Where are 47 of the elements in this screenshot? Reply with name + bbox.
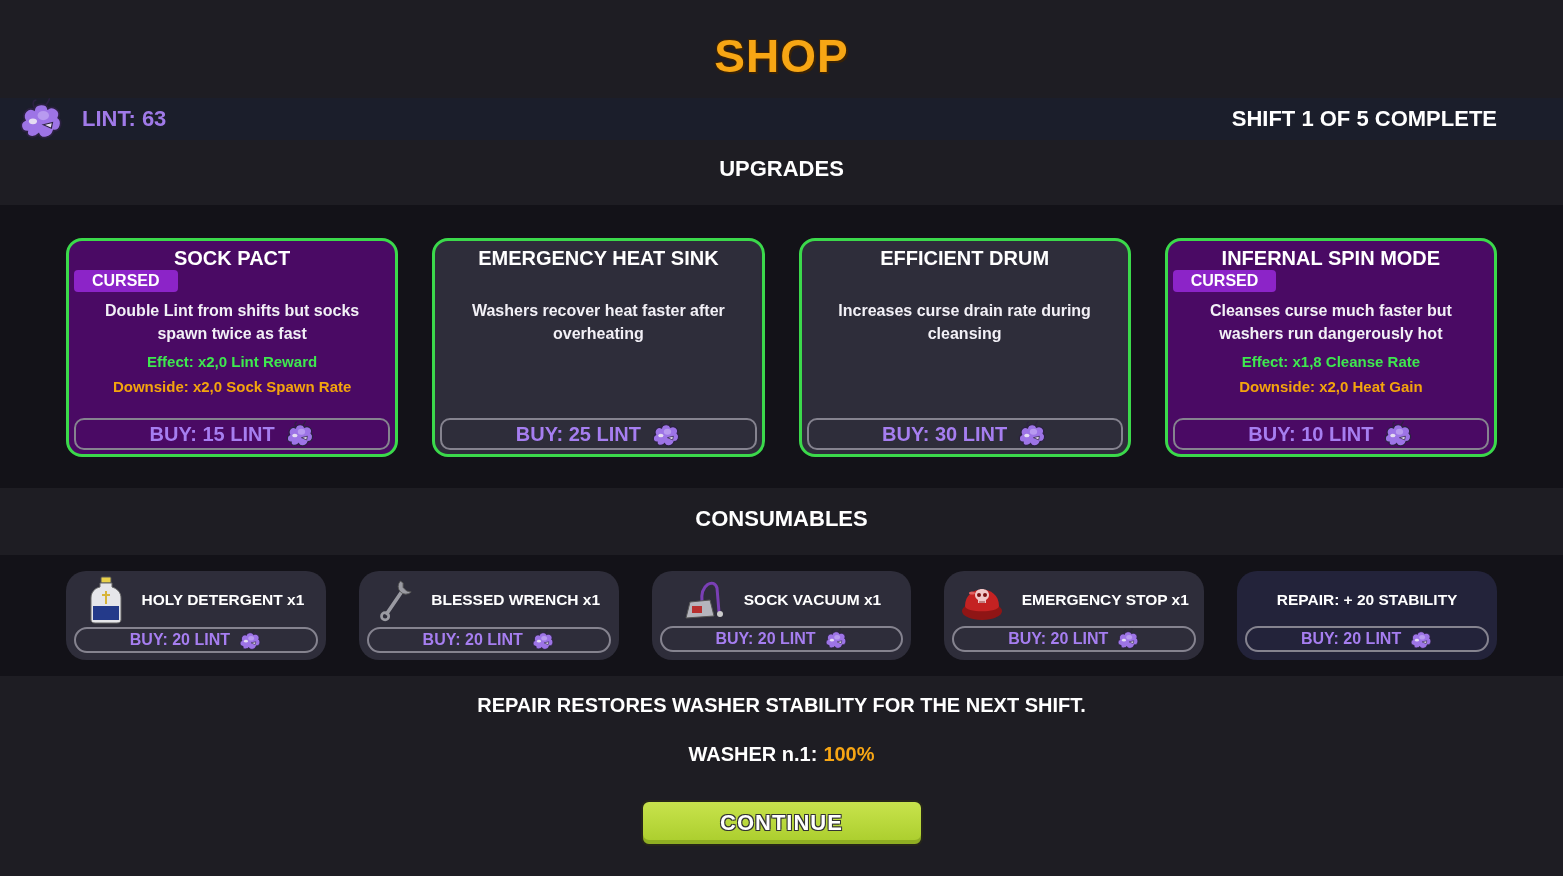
lint-blob-icon bbox=[1409, 628, 1434, 650]
cursed-tag: CURSED bbox=[74, 270, 178, 292]
lint-blob-icon bbox=[284, 420, 315, 448]
upgrade-description: Cleanses curse much faster but washers run dangerously hot bbox=[1208, 301, 1453, 344]
consumable-name: SOCK VACUUM x1 bbox=[743, 590, 882, 609]
washer-stability: 100% bbox=[823, 742, 875, 766]
buy-button[interactable]: BUY: 20 LINT bbox=[366, 627, 611, 653]
buy-button[interactable]: BUY: 20 LINT bbox=[74, 627, 318, 653]
upgrade-title: EMERGENCY HEAT SINK bbox=[478, 246, 719, 270]
detergent-bottle-icon bbox=[87, 576, 124, 624]
upgrade-title: INFERNAL SPIN MODE bbox=[1221, 246, 1441, 270]
lint-blob-icon bbox=[650, 420, 681, 448]
section-heading: UPGRADES bbox=[719, 155, 844, 182]
buy-button[interactable]: BUY: 20 LINT bbox=[659, 626, 904, 652]
lint-blob-icon bbox=[1116, 628, 1141, 650]
lint-blob-icon bbox=[237, 629, 262, 651]
shop-title: SHOP bbox=[714, 30, 849, 82]
lint-blob-icon bbox=[1017, 420, 1048, 448]
consumable-name: EMERGENCY STOP x1 bbox=[1021, 590, 1189, 609]
washer-label: WASHER n.1: bbox=[688, 742, 818, 766]
upgrade-title: SOCK PACT bbox=[173, 246, 291, 270]
buy-button[interactable]: BUY: 20 LINT bbox=[952, 626, 1197, 652]
consumable-name: REPAIR: + 20 STABILITY bbox=[1276, 590, 1458, 609]
consumable-name: BLESSED WRENCH x1 bbox=[431, 591, 601, 609]
buy-button[interactable]: BUY: 10 LINT bbox=[1172, 418, 1489, 450]
repair-hint: REPAIR RESTORES WASHER STABILITY FOR THE NEXT SHIFT. bbox=[477, 693, 1086, 717]
downside-text: Downside: x2,0 Sock Spawn Rate bbox=[112, 377, 352, 397]
lint-blob-icon bbox=[530, 629, 555, 651]
section-heading: CONSUMABLES bbox=[695, 505, 868, 532]
effect-text: Effect: x2,0 Lint Reward bbox=[147, 352, 318, 372]
lint-blob-icon bbox=[1383, 420, 1414, 448]
buy-button[interactable]: BUY: 15 LINT bbox=[74, 418, 391, 450]
upgrade-description: Double Lint from shifts but socks spawn twice as fast bbox=[104, 301, 361, 344]
lint-blob-icon bbox=[18, 97, 64, 141]
buy-button[interactable]: BUY: 20 LINT bbox=[1245, 626, 1489, 652]
consumable-name: HOLY DETERGENT x1 bbox=[141, 591, 305, 609]
upgrade-description: Increases curse drain rate during cleansing bbox=[837, 301, 1092, 344]
upgrade-description: Washers recover heat faster after overheating bbox=[470, 301, 726, 344]
lint-blob-icon bbox=[823, 628, 848, 650]
buy-button[interactable]: BUY: 30 LINT bbox=[806, 418, 1123, 450]
effect-text: Effect: x1,8 Cleanse Rate bbox=[1241, 352, 1421, 372]
cursed-tag: CURSED bbox=[1172, 270, 1277, 292]
upgrade-title: EFFICIENT DRUM bbox=[880, 246, 1050, 270]
downside-text: Downside: x2,0 Heat Gain bbox=[1239, 377, 1423, 397]
lint-counter: LINT: 63 bbox=[82, 106, 167, 132]
shift-status: SHIFT 1 OF 5 COMPLETE bbox=[1231, 106, 1497, 132]
buy-button[interactable]: BUY: 25 LINT bbox=[440, 418, 757, 450]
